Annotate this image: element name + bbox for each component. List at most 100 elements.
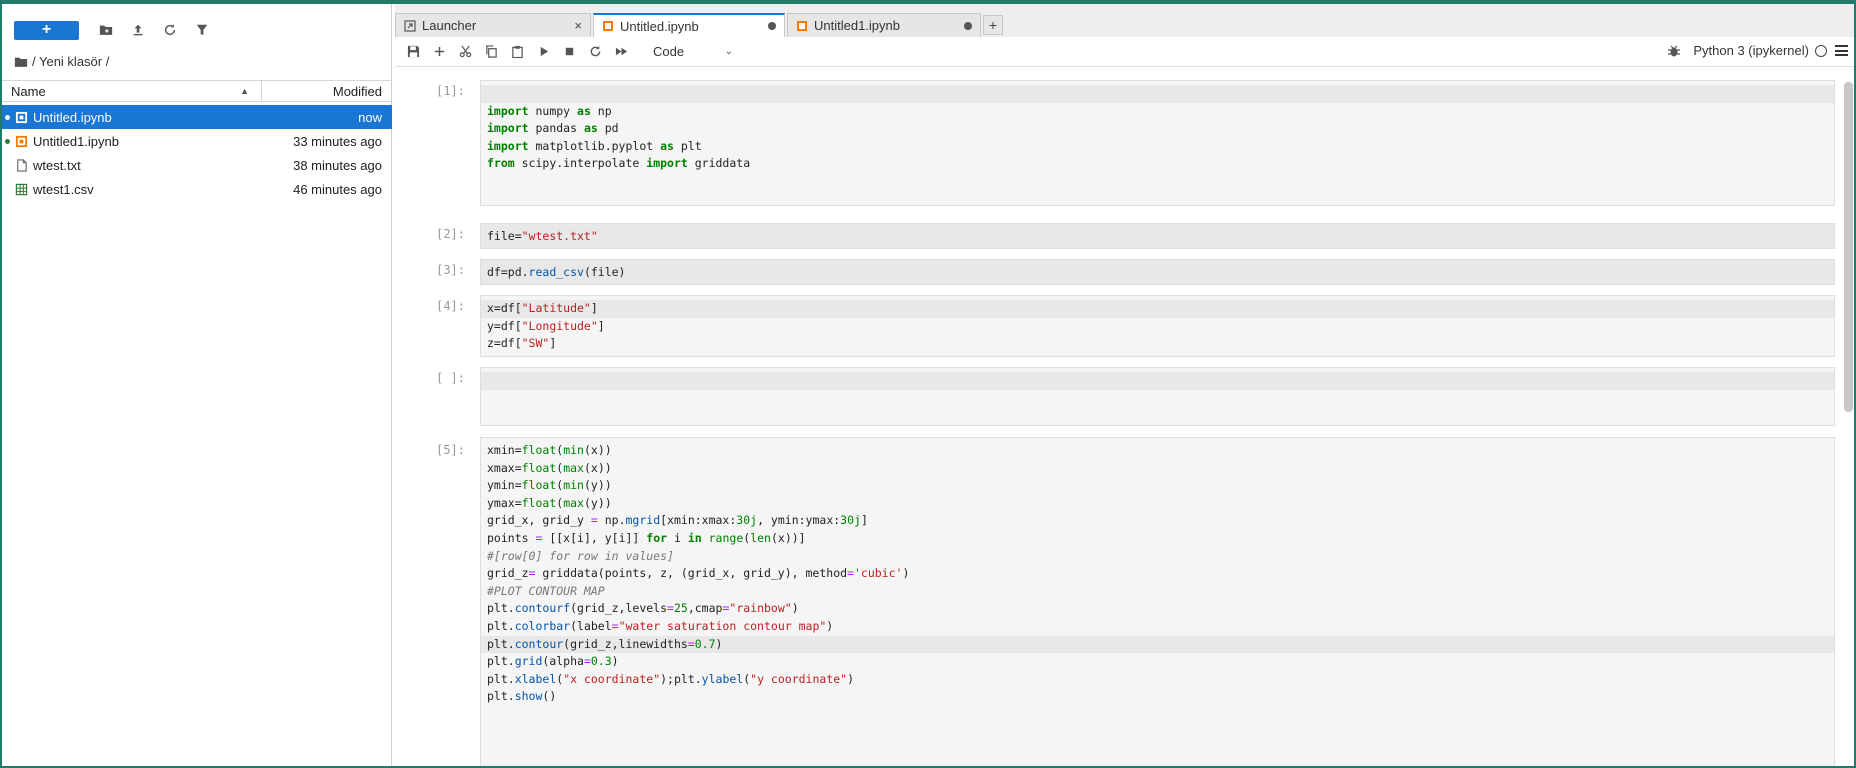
code-line: grid_z= griddata(points, z, (grid_x, gri… — [487, 566, 910, 581]
notebook-toolbar: Code ⌄ Python 3 (ipykernel) — [395, 37, 1854, 67]
app-window: + / Yeni klasör / Name ▲ Modified Untitl… — [0, 0, 1856, 768]
file-browser-panel: + / Yeni klasör / Name ▲ Modified Untitl… — [2, 4, 392, 766]
cut-icon[interactable] — [457, 44, 473, 60]
restart-icon[interactable] — [587, 44, 603, 60]
file-name: wtest.txt — [33, 157, 81, 173]
notebook-cells: [1]: import numpy as np import pandas as… — [395, 68, 1854, 766]
column-name-label: Name — [11, 83, 46, 99]
code-cell[interactable]: [5]: xmin=float(min(x)) xmax=float(max(x… — [395, 437, 1835, 766]
code-line: plt.grid(alpha=0.3) — [487, 654, 619, 669]
file-list: Untitled.ipynb now Untitled1.ipynb 33 mi… — [2, 105, 392, 201]
code-cell[interactable]: [1]: import numpy as np import pandas as… — [395, 80, 1835, 210]
code-line: #[row[0] for row in values] — [487, 548, 674, 563]
folder-icon — [14, 57, 28, 67]
file-row[interactable]: Untitled1.ipynb 33 minutes ago — [2, 129, 392, 153]
file-row[interactable]: wtest.txt 38 minutes ago — [2, 153, 392, 177]
code-line: ymax=float(max(y)) — [487, 495, 612, 510]
file-name: wtest1.csv — [33, 181, 94, 197]
code-line: #PLOT CONTOUR MAP — [487, 583, 605, 598]
code-cell[interactable]: [2]: file="wtest.txt" — [395, 223, 1835, 249]
code-line: import pandas as pd — [487, 121, 619, 136]
code-editor[interactable]: x=df["Latitude"] y=df["Longitude"] z=df[… — [480, 295, 1835, 357]
code-line: xmax=float(max(x)) — [487, 460, 612, 475]
code-line: plt.contour(grid_z,linewidths=0.7) — [481, 635, 1834, 654]
code-line: points = [[x[i], y[i]] for i in range(le… — [487, 530, 806, 545]
file-browser-toolbar: + — [14, 18, 223, 42]
stop-icon[interactable] — [561, 44, 577, 60]
column-name[interactable]: Name ▲ — [2, 81, 262, 101]
code-line: from scipy.interpolate import griddata — [487, 156, 751, 171]
notebook-icon — [14, 110, 28, 124]
code-line — [481, 372, 1834, 390]
sort-caret-icon: ▲ — [240, 86, 249, 96]
code-line: xmin=float(min(x)) — [487, 443, 612, 457]
tab-untitled1[interactable]: Untitled1.ipynb — [787, 13, 981, 37]
main-area: Launcher × Untitled.ipynb Untitled1.ipyn… — [395, 4, 1854, 766]
chevron-down-icon: ⌄ — [724, 46, 733, 57]
fast-forward-icon[interactable] — [613, 44, 629, 60]
code-editor[interactable]: df=pd.read_csv(file) — [480, 259, 1835, 285]
code-cell[interactable]: [ ]: — [395, 367, 1835, 426]
code-line: import matplotlib.pyplot as plt — [487, 138, 702, 153]
run-icon[interactable] — [535, 44, 551, 60]
tab-label: Launcher — [422, 18, 477, 33]
code-editor[interactable]: xmin=float(min(x)) xmax=float(max(x)) ym… — [480, 437, 1835, 766]
code-line: plt.show() — [487, 689, 557, 704]
kernel-name[interactable]: Python 3 (ipykernel) — [1693, 43, 1809, 58]
upload-icon[interactable] — [127, 19, 149, 41]
file-row[interactable]: wtest1.csv 46 minutes ago — [2, 177, 392, 201]
cell-type-value: Code — [653, 44, 685, 59]
tab-label: Untitled1.ipynb — [814, 18, 900, 33]
code-editor[interactable] — [480, 367, 1835, 426]
tab-untitled[interactable]: Untitled.ipynb — [593, 13, 785, 37]
close-icon[interactable]: × — [574, 18, 582, 33]
text-file-icon — [14, 158, 28, 172]
refresh-icon[interactable] — [159, 19, 181, 41]
paste-icon[interactable] — [509, 44, 525, 60]
code-line: df=pd.read_csv(file) — [481, 260, 1834, 284]
tab-bar: Launcher × Untitled.ipynb Untitled1.ipyn… — [395, 12, 1003, 37]
code-cell[interactable]: [3]: df=pd.read_csv(file) — [395, 259, 1835, 285]
code-editor[interactable]: file="wtest.txt" — [480, 223, 1835, 249]
cell-prompt: [1]: — [436, 84, 465, 98]
new-launcher-button[interactable]: + — [14, 20, 79, 40]
filter-icon[interactable] — [191, 19, 213, 41]
breadcrumb-path[interactable]: / Yeni klasör / — [32, 54, 109, 69]
cell-prompt: [ ]: — [436, 371, 465, 385]
cell-type-select[interactable]: Code ⌄ — [653, 44, 733, 59]
new-tab-button[interactable]: + — [983, 15, 1003, 35]
copy-icon[interactable] — [483, 44, 499, 60]
code-editor[interactable]: import numpy as np import pandas as pd i… — [480, 80, 1835, 206]
breadcrumb[interactable]: / Yeni klasör / — [14, 54, 109, 69]
notebook-icon — [796, 19, 809, 32]
column-modified[interactable]: Modified — [262, 84, 392, 99]
cell-prompt: [3]: — [436, 263, 465, 277]
menu-icon[interactable] — [1835, 45, 1848, 56]
save-icon[interactable] — [405, 44, 421, 60]
unsaved-indicator[interactable] — [964, 21, 972, 30]
code-line: grid_x, grid_y = np.mgrid[xmin:xmax:30j,… — [487, 513, 868, 528]
launcher-icon — [404, 19, 417, 32]
code-line: import numpy as np — [487, 103, 612, 118]
tab-launcher[interactable]: Launcher × — [395, 13, 591, 37]
tab-label: Untitled.ipynb — [620, 18, 699, 34]
add-cell-icon[interactable] — [431, 44, 447, 60]
code-line: ymin=float(min(y)) — [487, 478, 612, 493]
new-folder-icon[interactable] — [95, 19, 117, 41]
code-line: plt.contourf(grid_z,levels=25,cmap="rain… — [487, 601, 799, 616]
file-row[interactable]: Untitled.ipynb now — [2, 105, 392, 129]
file-list-header: Name ▲ Modified — [2, 80, 392, 102]
code-cell[interactable]: [4]: x=df["Latitude"] y=df["Longitude"] … — [395, 295, 1835, 357]
code-line: z=df["SW"] — [487, 336, 557, 351]
spreadsheet-icon — [14, 182, 28, 196]
file-name: Untitled1.ipynb — [33, 133, 119, 149]
unsaved-indicator[interactable] — [768, 22, 776, 30]
debugger-icon[interactable] — [1667, 44, 1681, 58]
cell-prompt: [5]: — [436, 443, 465, 457]
notebook-icon — [14, 134, 28, 148]
cell-prompt: [2]: — [436, 227, 465, 241]
file-name: Untitled.ipynb — [33, 109, 112, 125]
scrollbar[interactable] — [1844, 82, 1853, 412]
notebook-icon — [602, 20, 615, 33]
code-line — [481, 85, 1834, 103]
